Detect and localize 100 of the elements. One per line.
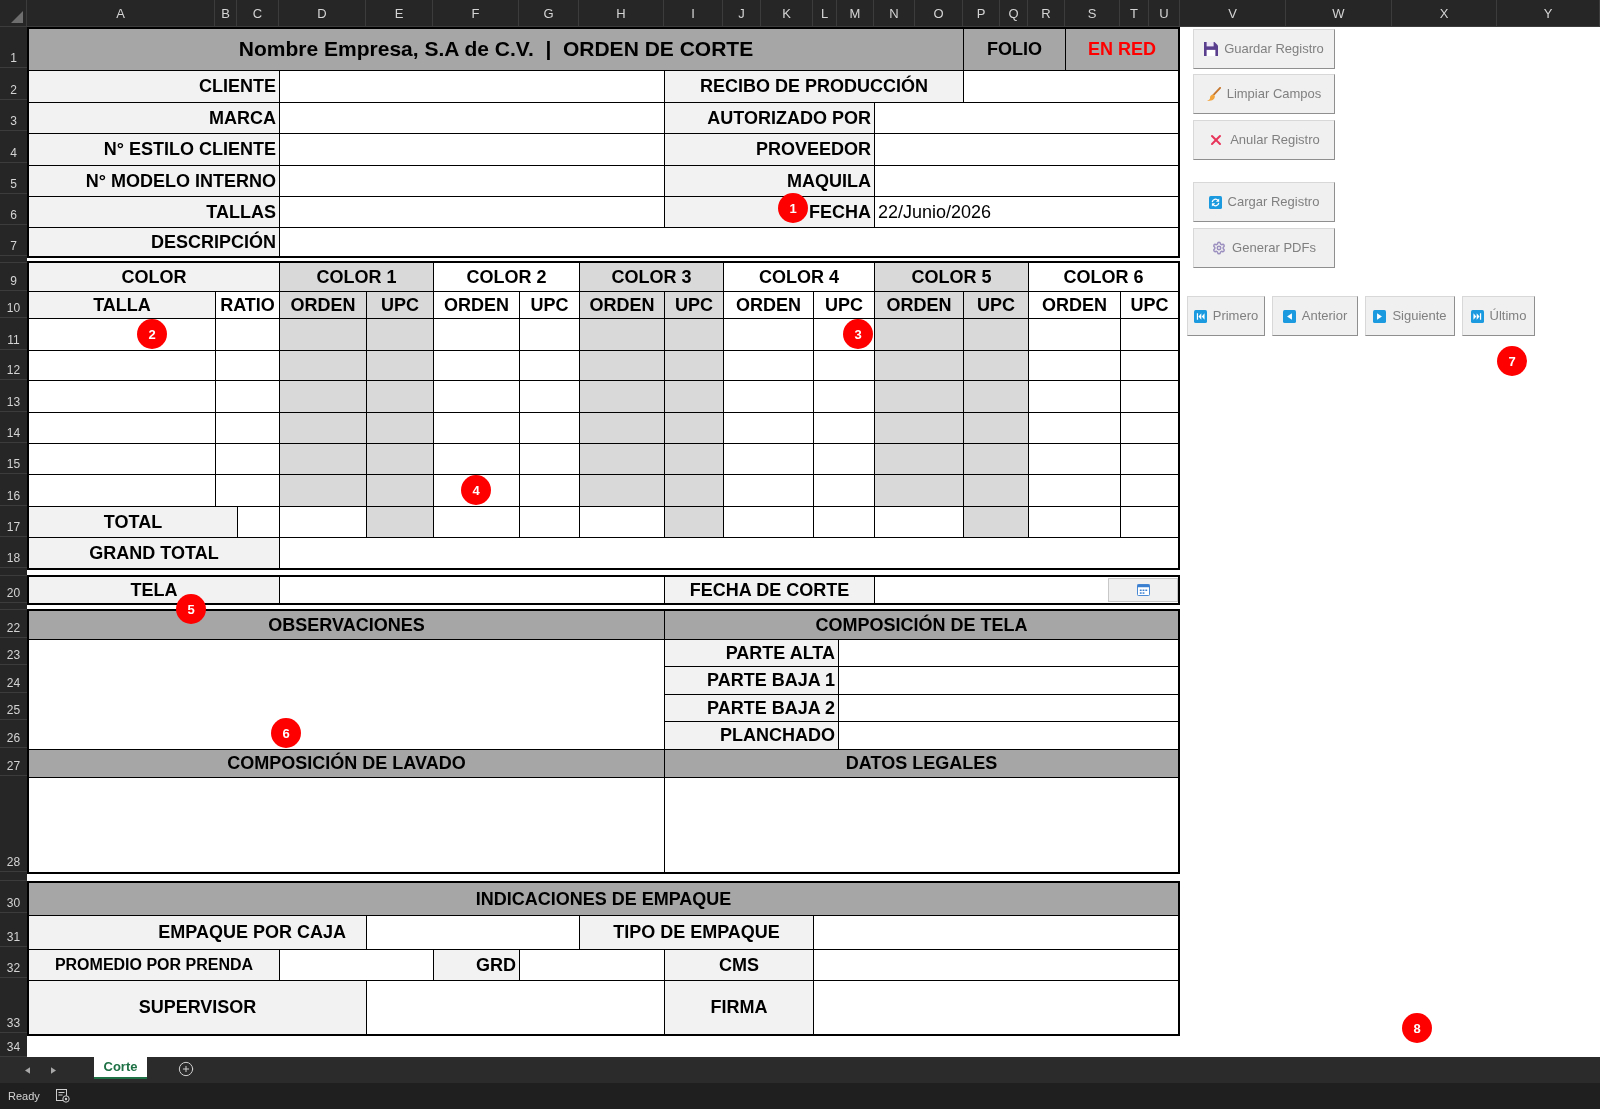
input-cell[interactable] [874, 577, 1178, 603]
input-cell[interactable] [279, 949, 433, 980]
input-cell[interactable] [279, 443, 366, 474]
column-letter[interactable]: F [471, 6, 480, 20]
last-button[interactable]: Último [1462, 296, 1535, 336]
column-letter[interactable]: K [782, 6, 791, 20]
row-number[interactable]: 5 [10, 178, 17, 193]
input-cell[interactable] [664, 412, 723, 443]
column-letter[interactable]: J [738, 6, 745, 20]
generate-button[interactable]: Generar PDFs [1193, 228, 1335, 268]
input-cell[interactable] [519, 412, 579, 443]
row-number[interactable]: 25 [6, 704, 21, 719]
input-cell[interactable] [579, 506, 664, 537]
input-cell[interactable] [579, 412, 664, 443]
input-cell[interactable] [279, 196, 664, 227]
input-cell[interactable] [1028, 350, 1120, 380]
row-number[interactable]: 4 [10, 147, 17, 162]
input-cell[interactable] [279, 412, 366, 443]
input-cell[interactable] [813, 443, 874, 474]
row-number[interactable]: 30 [6, 897, 21, 912]
column-letter[interactable]: M [849, 6, 861, 20]
input-cell[interactable] [579, 443, 664, 474]
input-cell[interactable] [874, 133, 1178, 165]
input-cell[interactable] [1028, 443, 1120, 474]
input-cell[interactable] [366, 980, 664, 1034]
input-cell[interactable] [519, 318, 579, 350]
input-cell[interactable] [279, 474, 366, 506]
input-cell[interactable] [279, 227, 1178, 256]
input-cell[interactable]: 6 [29, 639, 664, 749]
input-cell[interactable] [279, 102, 664, 133]
input-cell[interactable] [1120, 443, 1178, 474]
row-number[interactable]: 13 [6, 396, 21, 411]
input-cell[interactable] [579, 318, 664, 350]
column-letter[interactable]: T [1130, 6, 1138, 20]
column-letter[interactable]: G [543, 6, 554, 20]
input-cell[interactable] [366, 350, 433, 380]
input-cell[interactable] [215, 350, 279, 380]
input-cell[interactable] [366, 443, 433, 474]
input-cell[interactable] [664, 443, 723, 474]
input-cell[interactable] [519, 949, 664, 980]
calendar-button[interactable] [1108, 578, 1178, 602]
input-cell[interactable] [874, 443, 963, 474]
input-cell[interactable] [279, 70, 664, 102]
row-number[interactable]: 16 [6, 490, 21, 505]
input-cell[interactable] [215, 318, 279, 350]
input-cell[interactable]: 4 [433, 474, 519, 506]
document-icon[interactable] [55, 1089, 70, 1103]
scroll-left-button[interactable] [22, 1065, 32, 1075]
column-letter[interactable]: P [976, 6, 986, 20]
column-letter[interactable]: O [933, 6, 944, 20]
input-cell[interactable] [664, 318, 723, 350]
next-button[interactable]: Siguiente [1365, 296, 1455, 336]
input-cell[interactable] [664, 380, 723, 412]
input-cell[interactable] [874, 102, 1178, 133]
input-cell[interactable] [723, 380, 813, 412]
input-cell[interactable] [1028, 412, 1120, 443]
input-cell[interactable] [1120, 474, 1178, 506]
input-cell[interactable] [874, 165, 1178, 196]
input-cell[interactable] [838, 639, 1178, 666]
input-cell[interactable] [723, 350, 813, 380]
input-cell[interactable] [579, 474, 664, 506]
row-number[interactable]: 6 [10, 209, 17, 224]
row-number[interactable]: 33 [6, 1017, 21, 1032]
column-letter[interactable]: E [394, 6, 404, 20]
row-number[interactable]: 23 [6, 649, 21, 664]
clear-button[interactable]: Limpiar Campos [1193, 74, 1335, 114]
input-cell[interactable] [237, 506, 279, 537]
input-cell[interactable] [1120, 350, 1178, 380]
input-cell[interactable] [874, 350, 963, 380]
row-number[interactable]: 24 [6, 677, 21, 692]
input-cell[interactable] [963, 70, 1178, 102]
row-number[interactable]: 1 [10, 52, 17, 67]
row-number[interactable]: 10 [6, 302, 21, 317]
input-cell[interactable] [723, 443, 813, 474]
input-cell[interactable] [366, 506, 433, 537]
input-cell[interactable] [813, 949, 1178, 980]
input-cell[interactable] [963, 380, 1028, 412]
input-cell[interactable] [874, 412, 963, 443]
column-letter[interactable]: X [1439, 6, 1449, 20]
column-letter[interactable]: A [116, 6, 125, 20]
input-cell[interactable] [1028, 474, 1120, 506]
row-number[interactable]: 18 [6, 552, 21, 567]
input-cell[interactable] [874, 380, 963, 412]
input-cell[interactable] [963, 474, 1028, 506]
input-cell[interactable] [279, 133, 664, 165]
sheet-tab[interactable]: Corte [94, 1057, 147, 1079]
input-cell[interactable] [963, 318, 1028, 350]
input-cell[interactable] [874, 318, 963, 350]
input-cell[interactable] [838, 666, 1178, 694]
input-cell[interactable] [963, 412, 1028, 443]
select-all-icon[interactable] [11, 11, 23, 23]
input-cell[interactable] [215, 474, 279, 506]
column-letter[interactable]: N [889, 6, 899, 20]
column-letter[interactable]: L [820, 6, 829, 20]
column-letter[interactable]: C [252, 6, 263, 20]
input-cell[interactable] [1120, 506, 1178, 537]
row-number[interactable]: 2 [10, 84, 17, 99]
column-letter[interactable]: B [221, 6, 230, 20]
input-cell[interactable]: 2 [29, 318, 215, 350]
row-number[interactable]: 26 [6, 732, 21, 747]
